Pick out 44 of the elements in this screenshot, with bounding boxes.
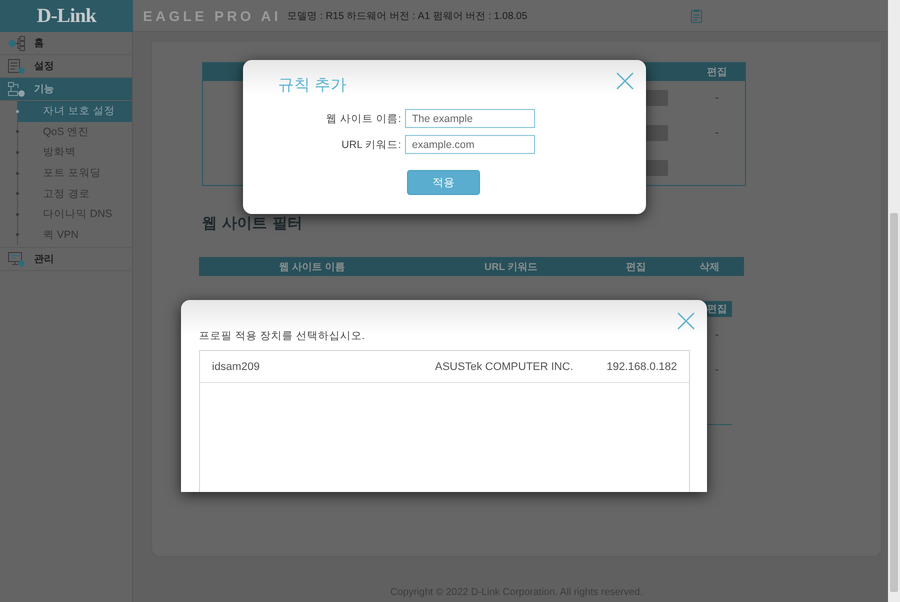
- monitor-gear-icon: [8, 252, 25, 267]
- close-icon[interactable]: [616, 72, 634, 90]
- device-info: 모델명 : R15 하드웨어 버전 : A1 펌웨어 버전 : 1.08.05: [287, 10, 528, 22]
- bullet-icon: [16, 172, 19, 175]
- table-cell: -: [715, 328, 719, 341]
- sidebar-item[interactable]: 홈: [0, 32, 132, 55]
- column-header: 웹 사이트 이름: [279, 260, 345, 274]
- submenu-item[interactable]: 자녀 보호 설정: [17, 101, 132, 122]
- device-ip: 192.168.0.182: [606, 360, 677, 372]
- text-input[interactable]: example.com: [405, 135, 535, 154]
- device-row[interactable]: idsam209 ASUSTek COMPUTER INC. 192.168.0.182: [200, 351, 689, 383]
- network-icon: [8, 36, 25, 50]
- device-vendor: ASUSTek COMPUTER INC.: [435, 360, 574, 372]
- devices-gear-icon: [8, 82, 25, 96]
- field-label: URL 키워드:: [340, 138, 401, 152]
- column-header: URL 키워드: [484, 260, 538, 274]
- text-input[interactable]: The example: [405, 109, 535, 128]
- apply-button[interactable]: 적용: [407, 170, 480, 195]
- table-cell: -: [715, 92, 719, 104]
- column-header: 편집: [707, 303, 727, 316]
- document-gear-icon: [8, 58, 25, 74]
- close-icon[interactable]: [677, 312, 695, 330]
- sidebar-item[interactable]: 관리: [0, 248, 132, 272]
- field-label: 웹 사이트 이름:: [325, 112, 401, 126]
- sidebar-item[interactable]: 기능: [0, 78, 132, 101]
- brand-logo: D-Link: [36, 4, 96, 28]
- table-cell: -: [715, 127, 719, 139]
- clipboard-icon[interactable]: [691, 8, 702, 22]
- column-header: 삭제: [700, 260, 720, 274]
- section-title: 웹 사이트 필터: [202, 214, 302, 232]
- dialog-title: 규칙 추가: [278, 76, 346, 96]
- device-name: idsam209: [212, 360, 260, 372]
- bullet-icon: [16, 212, 19, 216]
- table-cell: -: [715, 364, 719, 376]
- bullet-icon: [16, 233, 19, 236]
- dialog-prompt: 프로필 적용 장치를 선택하십시오.: [199, 329, 365, 343]
- bullet-icon: [16, 150, 19, 154]
- scrollbar-track[interactable]: [888, 0, 900, 602]
- column-header: 편집: [707, 66, 727, 79]
- bullet-icon: [16, 192, 19, 196]
- column-header: 편집: [626, 260, 646, 274]
- scrollbar-thumb[interactable]: [890, 213, 898, 592]
- bullet-icon: [16, 110, 19, 113]
- bullet-icon: [16, 130, 19, 134]
